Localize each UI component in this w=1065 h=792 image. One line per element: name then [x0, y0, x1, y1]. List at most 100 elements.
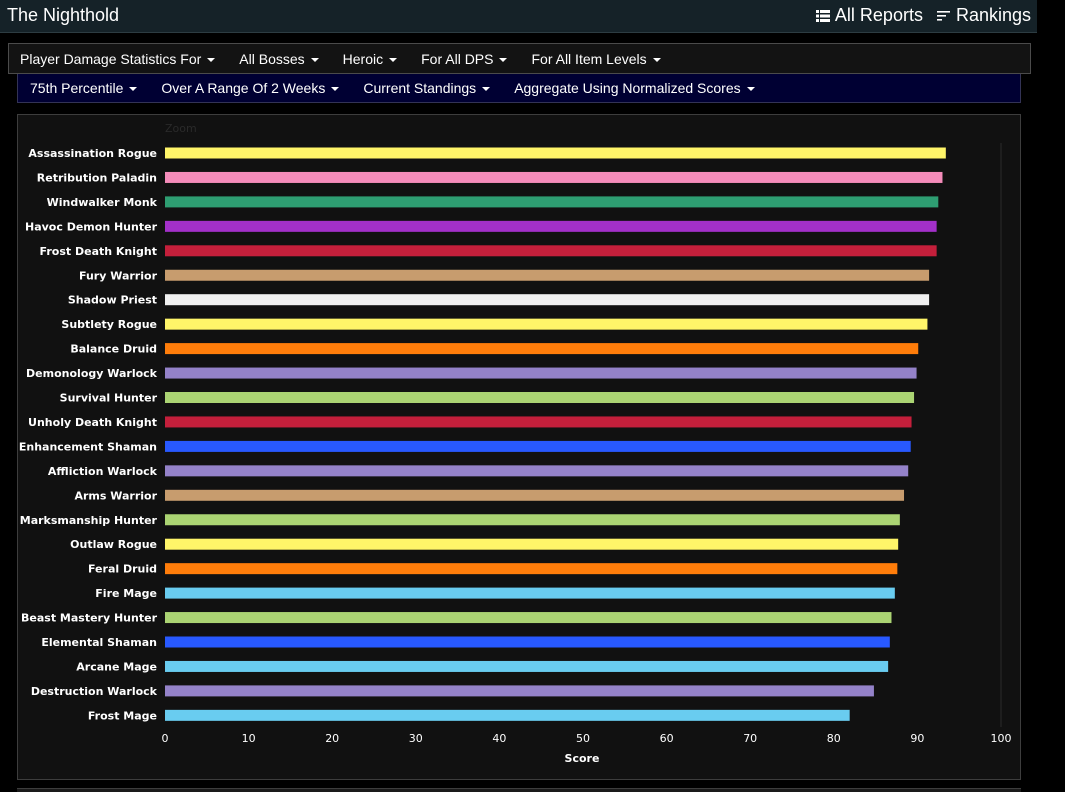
x-tick-label: 20	[325, 732, 339, 745]
list-icon	[815, 9, 830, 22]
x-tick-label: 10	[242, 732, 256, 745]
standings-dropdown-label: Current Standings	[363, 80, 477, 96]
caret-down-icon	[389, 57, 398, 62]
aggregate-dropdown-label: Aggregate Using Normalized Scores	[514, 80, 741, 96]
caret-down-icon	[499, 57, 508, 62]
bar[interactable]	[165, 587, 895, 599]
caret-down-icon	[310, 57, 319, 62]
bar[interactable]	[165, 318, 928, 330]
boss-dropdown[interactable]: All Bosses	[239, 50, 319, 67]
category-label: Outlaw Rogue	[70, 538, 157, 551]
category-label: Affliction Warlock	[48, 465, 158, 478]
category-label: Balance Druid	[70, 343, 157, 356]
category-label: Retribution Paladin	[37, 171, 157, 184]
category-label: Frost Mage	[88, 709, 157, 722]
rankings-label: Rankings	[955, 5, 1031, 25]
x-tick-label: 0	[162, 732, 169, 745]
x-tick-label: 60	[660, 732, 674, 745]
bar[interactable]	[165, 367, 917, 379]
caret-down-icon	[482, 87, 491, 91]
bar[interactable]	[165, 245, 937, 257]
bar[interactable]	[165, 685, 874, 697]
bar-chart: Zoom Assassination Rogue Retribution Palad…	[19, 122, 1012, 765]
caret-down-icon	[746, 87, 755, 91]
x-axis-title: Score	[565, 752, 600, 765]
category-label: Windwalker Monk	[47, 196, 158, 209]
metric-dropdown[interactable]: Player Damage Statistics For	[20, 50, 216, 67]
zoom-label[interactable]: Zoom	[165, 122, 197, 135]
caret-down-icon	[207, 57, 216, 62]
all-reports-link[interactable]: All Reports	[815, 5, 923, 26]
x-tick-label: 100	[991, 732, 1012, 745]
standings-dropdown[interactable]: Current Standings	[363, 80, 491, 96]
x-tick-label: 80	[827, 732, 841, 745]
category-label: Demonology Warlock	[26, 367, 158, 380]
bar[interactable]	[165, 343, 919, 355]
category-label: Unholy Death Knight	[28, 416, 157, 429]
bar[interactable]	[165, 660, 889, 672]
category-label: Marksmanship Hunter	[20, 514, 158, 527]
role-dropdown-label: For All DPS	[421, 50, 494, 67]
category-label: Fury Warrior	[79, 269, 158, 282]
x-tick-label: 50	[576, 732, 590, 745]
page-title: The Nighthold	[7, 5, 120, 25]
caret-down-icon	[331, 87, 340, 91]
filter-bar-primary: Player Damage Statistics For All Bosses …	[8, 43, 1031, 74]
bar[interactable]	[165, 171, 943, 183]
category-label: Havoc Demon Hunter	[25, 220, 158, 233]
time-range-dropdown-label: Over A Range Of 2 Weeks	[161, 80, 326, 96]
category-label: Arms Warrior	[74, 489, 157, 502]
sort-lines-icon	[936, 10, 951, 22]
bar[interactable]	[165, 294, 930, 306]
category-label: Assassination Rogue	[28, 147, 157, 160]
bar[interactable]	[165, 465, 909, 477]
category-label: Destruction Warlock	[31, 685, 158, 698]
category-label: Fire Mage	[95, 587, 157, 600]
difficulty-dropdown[interactable]: Heroic	[342, 50, 398, 67]
filter-bar-secondary: 75th Percentile Over A Range Of 2 Weeks …	[17, 74, 1021, 103]
bar[interactable]	[165, 392, 915, 403]
category-label: Shadow Priest	[68, 294, 157, 307]
bar[interactable]	[165, 416, 912, 428]
bar[interactable]	[165, 147, 946, 159]
caret-down-icon	[652, 57, 661, 62]
time-range-dropdown[interactable]: Over A Range Of 2 Weeks	[161, 80, 340, 96]
all-reports-label: All Reports	[834, 5, 923, 25]
category-label: Feral Druid	[88, 563, 157, 576]
caret-down-icon	[129, 87, 138, 91]
bar[interactable]	[165, 709, 850, 721]
rankings-link[interactable]: Rankings	[936, 5, 1031, 26]
x-tick-label: 70	[743, 732, 757, 745]
metric-dropdown-label: Player Damage Statistics For	[20, 50, 202, 67]
top-nav: All Reports Rankings	[815, 5, 1031, 26]
category-label: Beast Mastery Hunter	[21, 612, 158, 625]
bar[interactable]	[165, 196, 939, 208]
item-level-dropdown-label: For All Item Levels	[531, 50, 647, 67]
bar[interactable]	[165, 269, 930, 281]
bar[interactable]	[165, 489, 905, 501]
bar[interactable]	[165, 636, 890, 648]
role-dropdown[interactable]: For All DPS	[421, 50, 508, 67]
x-tick-label: 90	[910, 732, 924, 745]
bar[interactable]	[165, 440, 911, 452]
item-level-dropdown[interactable]: For All Item Levels	[531, 50, 661, 67]
bottom-divider	[17, 788, 1021, 792]
aggregate-dropdown[interactable]: Aggregate Using Normalized Scores	[514, 80, 755, 96]
bar[interactable]	[165, 514, 900, 526]
category-label: Arcane Mage	[76, 660, 157, 673]
category-label: Elemental Shaman	[41, 636, 157, 649]
category-label: Frost Death Knight	[40, 245, 157, 258]
x-tick-label: 30	[409, 732, 423, 745]
bar[interactable]	[165, 563, 898, 575]
difficulty-dropdown-label: Heroic	[342, 50, 384, 67]
bar[interactable]	[165, 538, 899, 550]
bar[interactable]	[165, 612, 892, 624]
x-tick-label: 40	[492, 732, 506, 745]
percentile-dropdown-label: 75th Percentile	[30, 80, 124, 96]
top-bar: The Nighthold All Reports Rankings	[0, 0, 1037, 33]
bar[interactable]	[165, 220, 937, 232]
chart-panel: Zoom Assassination Rogue Retribution Palad…	[17, 114, 1021, 780]
percentile-dropdown[interactable]: 75th Percentile	[30, 80, 138, 96]
category-label: Enhancement Shaman	[19, 440, 157, 453]
boss-dropdown-label: All Bosses	[239, 50, 305, 67]
